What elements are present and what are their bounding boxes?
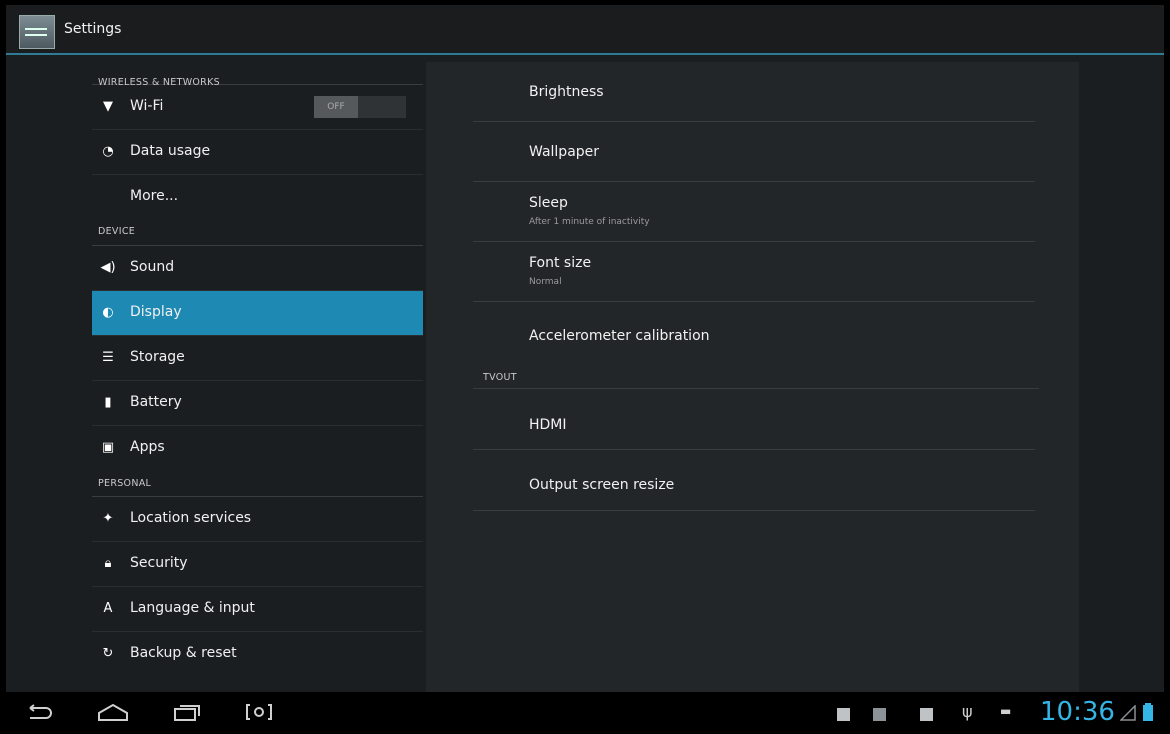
battery-icon: ▮ xyxy=(104,395,112,410)
setting-output-resize[interactable]: Output screen resize xyxy=(473,450,1035,511)
section-header-label: TVOUT xyxy=(483,372,517,383)
notification-icon[interactable] xyxy=(837,708,850,721)
setting-sleep[interactable]: Sleep After 1 minute of inactivity xyxy=(473,182,1035,242)
sidebar-item-security[interactable]: 🔒︎ Security xyxy=(92,542,423,587)
setting-summary: After 1 minute of inactivity xyxy=(529,217,650,227)
settings-window: Settings WIRELESS & NETWORKS ▼ Wi-Fi OFF… xyxy=(6,5,1164,692)
setting-brightness[interactable]: Brightness xyxy=(473,62,1035,122)
section-header-tvout: TVOUT xyxy=(473,356,1039,389)
wifi-icon: ▼ xyxy=(103,99,113,114)
setting-title: Sleep xyxy=(529,195,568,211)
action-bar: Settings xyxy=(6,5,1164,55)
settings-icon[interactable] xyxy=(19,15,55,49)
speaker-icon: ◀) xyxy=(100,260,116,275)
setting-hdmi[interactable]: HDMI xyxy=(473,389,1035,450)
battery-icon xyxy=(1143,703,1153,721)
sidebar-item-label: Apps xyxy=(130,439,165,455)
sidebar-item-label: Display xyxy=(130,304,182,320)
sidebar-item-data-usage[interactable]: ◔ Data usage xyxy=(92,130,423,175)
setting-title: Wallpaper xyxy=(529,144,600,160)
sidebar-item-label: Storage xyxy=(130,349,185,365)
storage-icon: ☰ xyxy=(102,350,114,365)
display-settings-pane: Brightness Wallpaper Sleep After 1 minut… xyxy=(426,62,1079,692)
home-icon[interactable] xyxy=(96,702,130,722)
sidebar-item-location[interactable]: ✦ Location services xyxy=(92,497,423,542)
sidebar-item-label: Security xyxy=(130,555,188,571)
setting-title: Brightness xyxy=(529,84,604,100)
sidebar-item-label: Language & input xyxy=(130,600,255,616)
sidebar-item-label: Location services xyxy=(130,510,252,526)
gallery-icon[interactable] xyxy=(873,708,886,721)
sidebar-item-label: Battery xyxy=(130,394,182,410)
sidebar-item-label: More... xyxy=(130,188,179,204)
apps-icon: ▣ xyxy=(101,440,115,455)
setting-summary: Normal xyxy=(529,277,562,287)
settings-sidebar: WIRELESS & NETWORKS ▼ Wi-Fi OFF ◔ Data u… xyxy=(6,55,426,692)
setting-font-size[interactable]: Font size Normal xyxy=(473,242,1035,302)
android-debug-icon: ▬ xyxy=(1000,704,1012,718)
sidebar-item-backup[interactable]: ↻ Backup & reset xyxy=(92,632,423,677)
notification-icon[interactable] xyxy=(920,708,933,721)
sidebar-item-apps[interactable]: ▣ Apps xyxy=(92,426,423,469)
data-usage-icon: ◔ xyxy=(102,144,114,159)
location-icon: ✦ xyxy=(102,511,114,526)
section-header-wireless: WIRELESS & NETWORKS xyxy=(92,55,423,88)
sidebar-item-label: Sound xyxy=(130,259,175,275)
clock[interactable]: 10:36 xyxy=(1040,697,1115,727)
setting-accelerometer[interactable]: Accelerometer calibration xyxy=(473,302,1035,355)
setting-title: Output screen resize xyxy=(529,477,675,493)
system-nav-bar: ψ ▬ 10:36 xyxy=(0,692,1170,734)
lock-icon: 🔒︎ xyxy=(104,556,112,571)
sidebar-item-label: Wi-Fi xyxy=(130,98,164,114)
sidebar-item-more[interactable]: More... xyxy=(92,175,423,218)
section-header-device: DEVICE xyxy=(92,218,423,246)
setting-title: Accelerometer calibration xyxy=(529,328,710,344)
back-icon[interactable] xyxy=(24,704,52,722)
section-header-personal: PERSONAL xyxy=(92,469,423,497)
sidebar-item-label: Backup & reset xyxy=(130,645,237,661)
screenshot-icon[interactable] xyxy=(244,702,274,722)
sidebar-item-display[interactable]: ◐ Display xyxy=(92,291,423,336)
sidebar-item-wifi[interactable]: ▼ Wi-Fi OFF xyxy=(92,85,423,130)
app-title: Settings xyxy=(64,21,122,37)
backup-icon: ↻ xyxy=(102,646,114,661)
sidebar-item-language[interactable]: A Language & input xyxy=(92,587,423,632)
sidebar-item-sound[interactable]: ◀) Sound xyxy=(92,246,423,291)
wifi-signal-icon xyxy=(1120,705,1136,721)
setting-title: HDMI xyxy=(529,417,567,433)
usb-icon: ψ xyxy=(962,702,973,721)
recent-apps-icon[interactable] xyxy=(172,700,204,724)
setting-wallpaper[interactable]: Wallpaper xyxy=(473,122,1035,182)
wifi-toggle[interactable]: OFF xyxy=(314,96,406,118)
sidebar-item-storage[interactable]: ☰ Storage xyxy=(92,336,423,381)
display-icon: ◐ xyxy=(102,305,114,320)
language-icon: A xyxy=(103,601,113,616)
sidebar-item-battery[interactable]: ▮ Battery xyxy=(92,381,423,426)
toggle-state: OFF xyxy=(314,96,358,118)
sidebar-item-label: Data usage xyxy=(130,143,211,159)
setting-title: Font size xyxy=(529,255,592,271)
